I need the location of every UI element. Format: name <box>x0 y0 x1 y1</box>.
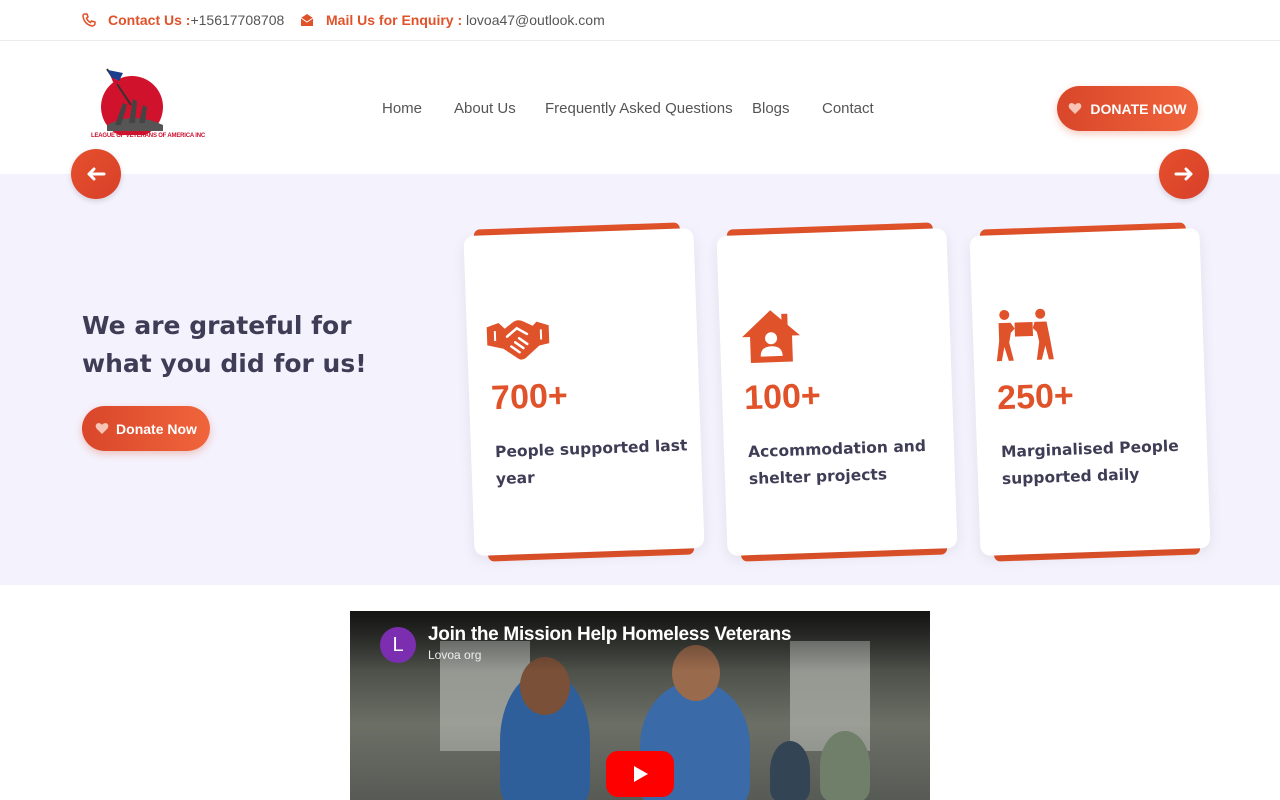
card-description: People supported last year <box>494 436 688 489</box>
people-carrying-box-icon <box>996 308 1054 362</box>
card-number: 100+ <box>743 376 822 418</box>
nav-contact[interactable]: Contact <box>822 100 874 117</box>
contact-phone[interactable]: Contact Us :+15617708708 <box>82 11 284 29</box>
video-player[interactable]: L Join the Mission Help Homeless Veteran… <box>350 611 930 800</box>
envelope-icon <box>300 14 314 26</box>
hero-section: We are grateful for what you did for us!… <box>0 174 1280 585</box>
nav-faq[interactable]: Frequently Asked Questions <box>545 100 733 117</box>
stat-card: 100+ Accommodation and shelter projects <box>716 222 958 562</box>
play-icon <box>634 766 648 782</box>
card-number: 250+ <box>996 376 1075 418</box>
phone-icon <box>82 13 96 27</box>
card-body: 250+ Marginalised People supported daily <box>969 228 1211 556</box>
hero-donate-button[interactable]: Donate Now <box>82 406 210 451</box>
nav-blogs[interactable]: Blogs <box>752 100 790 117</box>
slider-next-button[interactable] <box>1159 149 1209 199</box>
video-person <box>820 731 870 800</box>
donate-now-label: DONATE NOW <box>1090 100 1187 117</box>
heart-icon <box>95 422 109 434</box>
nav-home[interactable]: Home <box>382 100 422 117</box>
contact-phone-value: +15617708708 <box>190 12 285 28</box>
arrow-left-icon <box>87 167 106 181</box>
hero-title: We are grateful for what you did for us! <box>82 311 367 378</box>
card-body: 700+ People supported last year <box>463 228 705 556</box>
slider-prev-button[interactable] <box>71 149 121 199</box>
logo-emblem <box>101 68 163 138</box>
play-button[interactable] <box>606 751 674 797</box>
stat-card: 250+ Marginalised People supported daily <box>969 222 1211 562</box>
video-title[interactable]: Join the Mission Help Homeless Veterans <box>428 624 791 646</box>
home-person-icon <box>742 310 800 363</box>
site-logo[interactable]: LEAGUE OF VETERANS OF AMERICA INC <box>91 65 205 143</box>
nav-about-us[interactable]: About Us <box>454 100 516 117</box>
video-channel-name[interactable]: Lovoa org <box>428 648 481 662</box>
top-contact-bar: Contact Us :+15617708708 Mail Us for Enq… <box>0 0 1280 41</box>
card-description: Marginalised People supported daily <box>1000 436 1179 489</box>
donate-now-button[interactable]: DONATE NOW <box>1057 86 1198 131</box>
mail-value: lovoa47@outlook.com <box>466 12 605 28</box>
video-person <box>770 741 810 800</box>
mail-label: Mail Us for Enquiry : <box>326 12 463 28</box>
logo-text: LEAGUE OF VETERANS OF AMERICA INC <box>91 133 205 139</box>
card-number: 700+ <box>490 376 569 418</box>
contact-email[interactable]: Mail Us for Enquiry : lovoa47@outlook.co… <box>300 11 605 29</box>
handshake-icon <box>486 320 550 360</box>
channel-avatar[interactable]: L <box>380 627 416 663</box>
hero-donate-label: Donate Now <box>116 420 197 437</box>
site-header: LEAGUE OF VETERANS OF AMERICA INC Home A… <box>0 41 1280 174</box>
contact-label: Contact Us : <box>108 12 191 28</box>
stat-card: 700+ People supported last year <box>463 222 705 562</box>
card-body: 100+ Accommodation and shelter projects <box>716 228 958 556</box>
card-description: Accommodation and shelter projects <box>747 436 927 489</box>
arrow-right-icon <box>1174 167 1193 181</box>
heart-icon <box>1069 102 1082 114</box>
